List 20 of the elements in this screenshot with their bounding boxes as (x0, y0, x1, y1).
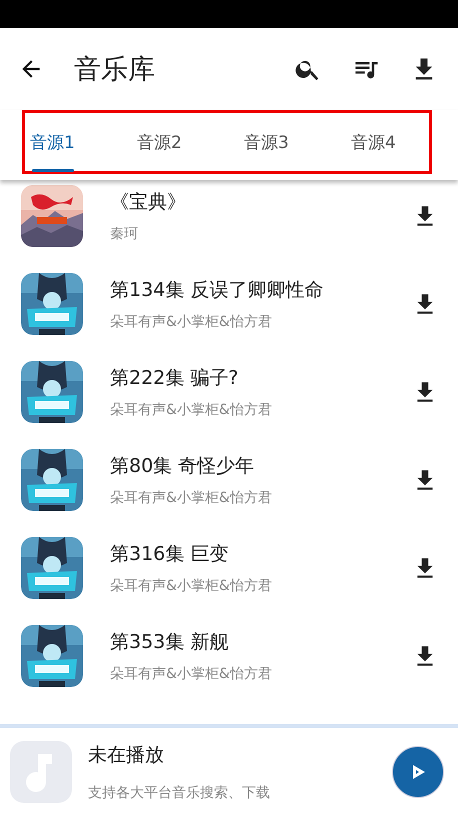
player-title: 未在播放 (88, 743, 165, 768)
song-artist: 朵耳有声&小掌柜&怡方君 (110, 577, 273, 595)
song-title: 第222集 骗子? (110, 366, 240, 391)
song-artist: 秦珂 (110, 225, 139, 243)
song-artist: 朵耳有声&小掌柜&怡方君 (110, 401, 273, 419)
source-tab[interactable]: 音源4 (351, 110, 458, 174)
play-button[interactable] (392, 746, 444, 798)
song-artist: 朵耳有声&小掌柜&怡方君 (110, 489, 273, 507)
song-artist: 朵耳有声&小掌柜&怡方君 (110, 665, 273, 683)
source-tab[interactable]: 音源1 (30, 110, 137, 174)
source-tab[interactable]: 音源3 (244, 110, 351, 174)
page-title: 音乐库 (74, 53, 156, 87)
song-title: 《宝典》 (110, 190, 187, 215)
song-title: 第134集 反误了卿卿性命 (110, 278, 324, 303)
source-tab[interactable]: 音源2 (137, 110, 244, 174)
song-artist: 朵耳有声&小掌柜&怡方君 (110, 313, 273, 331)
song-title: 第316集 巨变 (110, 542, 230, 567)
song-title: 第353集 新舰 (110, 630, 230, 655)
song-title: 第80集 奇怪少年 (110, 454, 256, 479)
player-subtitle: 支持各大平台音乐搜索、下载 (88, 784, 271, 802)
